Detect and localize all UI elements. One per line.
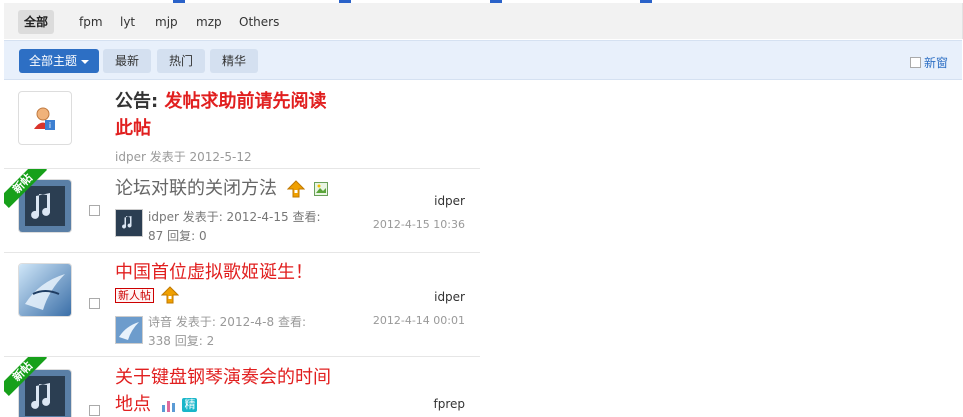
thread-badges: 新人帖 [115,286,179,304]
filter-bar: 全部主题 最新 热门 精华 新窗 [4,40,962,80]
image-attachment-icon [314,182,329,196]
new-window-toggle[interactable]: 新窗 [909,54,948,71]
announcement-row: i 公告: 发帖求助前请先阅读 此帖 idper 发表于 2012-5-12 [4,81,480,169]
tab-mzp[interactable]: mzp [190,10,228,34]
tab-mjp[interactable]: mjp [149,10,184,34]
thread-row: 中国首位虚拟歌姬诞生！ 新人帖 诗音 发表于: 2012-4-8 查看: 338… [4,253,480,357]
new-window-label: 新窗 [923,56,948,70]
announcement-title[interactable]: 公告: 发帖求助前请先阅读 此帖 [115,88,375,142]
last-post-author[interactable]: idper [434,290,465,304]
new-post-ribbon: 新帖 [4,357,48,397]
tab-lyt[interactable]: lyt [114,10,141,34]
thread-row: 新帖 关于键盘钢琴演奏会的时间 地点 精 fprep [4,357,480,417]
poster-avatar[interactable] [115,316,143,344]
new-window-checkbox[interactable] [909,57,921,68]
newbie-badge: 新人帖 [115,287,154,303]
announcement-icon: i [18,91,72,145]
new-post-ribbon: 新帖 [4,169,48,209]
top-pin-icon [286,180,305,198]
hot-button[interactable]: 热门 [157,49,205,73]
announcement-prefix: 公告: [115,91,159,112]
digest-badge: 精 [182,398,198,412]
tab-others[interactable]: Others [233,10,285,34]
poll-chart-icon [161,401,175,412]
new-ribbon-wrap: 新帖 [4,169,64,229]
new-ribbon-wrap: 新帖 [4,357,64,417]
thread-meta-line1: 诗音 发表于: 2012-4-8 查看: [148,315,306,329]
last-post-author[interactable]: fprep [433,397,465,411]
tab-all[interactable]: 全部 [18,10,55,34]
music-note-icon [116,210,142,236]
thread-meta-line2: 87 回复: 0 [148,229,207,243]
user-info-icon: i [34,107,55,130]
svg-text:i: i [49,121,51,130]
thread-checkbox[interactable] [89,298,100,309]
top-pin-icon [160,286,179,304]
announcement-title-line2: 此帖 [115,118,151,139]
thread-title[interactable]: 关于键盘钢琴演奏会的时间 地点 精 [115,364,355,417]
thread-meta: idper 发表于: 2012-4-15 查看: 87 回复: 0 [148,208,368,246]
thread-checkbox[interactable] [89,205,100,216]
all-topics-label: 全部主题 [28,54,77,68]
tab-fpm[interactable]: fpm [73,10,109,34]
anime-avatar-icon [19,264,71,316]
anime-avatar-icon [116,317,142,343]
thread-title-text: 论坛对联的关闭方法 [115,178,277,199]
thread-title[interactable]: 论坛对联的关闭方法 [115,175,329,202]
last-post-time: 2012-4-14 00:01 [372,314,465,327]
caret-down-icon [81,59,89,64]
last-post-time: 2012-4-15 10:36 [372,218,465,231]
all-topics-dropdown[interactable]: 全部主题 [19,49,99,73]
announcement-meta: idper 发表于 2012-5-12 [115,150,252,164]
type-tabs-bar: 全部 fpm lyt mjp mzp Others [4,3,963,39]
thread-meta-line1: idper 发表于: 2012-4-15 查看: [148,210,321,224]
digest-button[interactable]: 精华 [210,49,258,73]
announcement-title-line1: 发帖求助前请先阅读 [164,91,327,112]
thread-title[interactable]: 中国首位虚拟歌姬诞生！ [115,259,313,286]
thread-meta: 诗音 发表于: 2012-4-8 查看: 338 回复: 2 [148,313,368,351]
poster-avatar[interactable] [115,209,143,237]
thread-meta-line2: 338 回复: 2 [148,334,215,348]
thread-row: 新帖 论坛对联的关闭方法 idper 发表于: 2012-4-15 查看: 87… [4,169,480,253]
last-post-author[interactable]: idper [434,194,465,208]
thread-avatar[interactable] [18,263,72,317]
thread-checbox[interactable] [89,405,100,416]
thread-title-line1: 关于键盘钢琴演奏会的时间 [115,367,331,388]
latest-button[interactable]: 最新 [103,49,151,73]
